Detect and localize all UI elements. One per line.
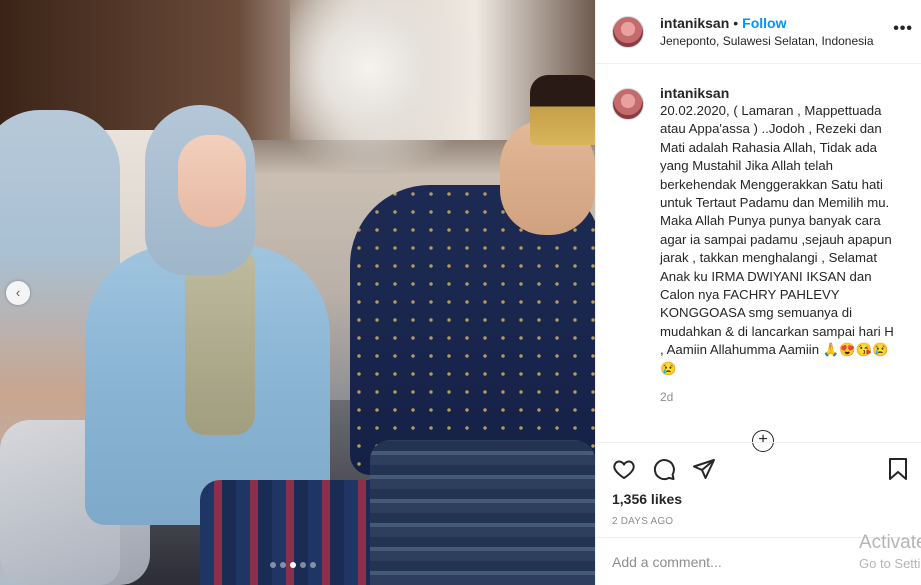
carousel-dot <box>280 562 286 568</box>
follow-button[interactable]: Follow <box>742 15 786 31</box>
comment-icon[interactable] <box>652 457 676 481</box>
caption-username[interactable]: intaniksan <box>660 84 900 102</box>
chevron-left-icon: ‹ <box>15 285 21 300</box>
caption-avatar[interactable] <box>612 88 644 120</box>
post-actions: 1,356 likes 2 DAYS AGO <box>596 442 921 527</box>
caption-text: 20.02.2020, ( Lamaran , Mappettuada atau… <box>660 103 894 376</box>
header-separator: • <box>733 15 739 31</box>
carousel-dots <box>270 562 316 568</box>
header-username[interactable]: intaniksan <box>660 15 729 31</box>
carousel-dot <box>290 562 296 568</box>
photo-groom-sarong <box>370 440 595 585</box>
windows-activation-watermark: Activate Windows Go to Settings to activ… <box>859 532 921 571</box>
bookmark-icon[interactable] <box>886 457 910 481</box>
location-link[interactable]: Jeneponto, Sulawesi Selatan, Indonesia <box>660 34 874 48</box>
caption-comment: intaniksan 20.02.2020, ( Lamaran , Mappe… <box>596 64 921 404</box>
photo-groom-hat <box>530 75 595 145</box>
carousel-dot <box>310 562 316 568</box>
comment-input[interactable] <box>612 553 812 570</box>
post-photo[interactable]: ‹ <box>0 0 595 585</box>
watermark-subtitle: Go to Settings to activate Windows. <box>859 556 921 571</box>
post-panel: intaniksan • Follow Jeneponto, Sulawesi … <box>595 0 921 585</box>
post-header: intaniksan • Follow Jeneponto, Sulawesi … <box>596 0 921 64</box>
caption-timestamp[interactable]: 2d <box>660 390 900 404</box>
avatar[interactable] <box>612 15 644 48</box>
carousel-prev-button[interactable]: ‹ <box>6 281 30 305</box>
heart-icon[interactable] <box>612 457 636 481</box>
photo-flowers <box>290 0 490 170</box>
watermark-title: Activate Windows <box>859 532 921 553</box>
more-options-icon[interactable]: ••• <box>893 20 913 38</box>
photo-bride-face <box>178 135 246 227</box>
post-time-ago[interactable]: 2 DAYS AGO <box>612 516 910 527</box>
carousel-dot <box>270 562 276 568</box>
carousel-dot <box>300 562 306 568</box>
likes-count[interactable]: 1,356 likes <box>612 491 910 507</box>
share-icon[interactable] <box>692 457 716 481</box>
